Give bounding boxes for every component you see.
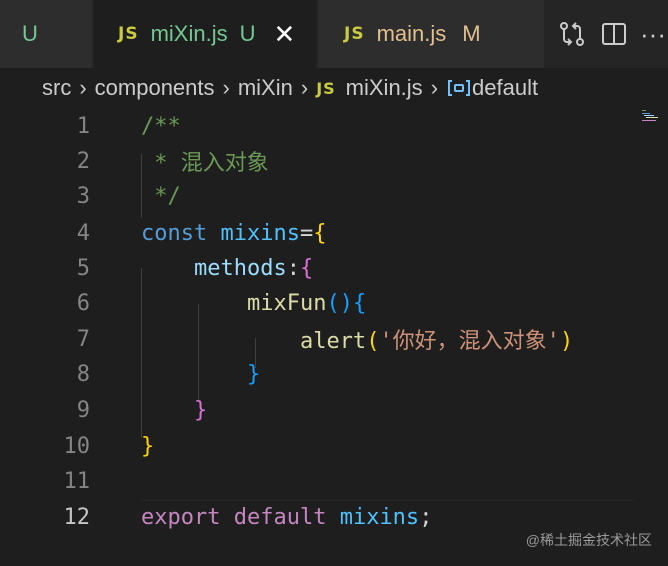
- tab-status-modified: M: [462, 21, 481, 46]
- code-line: 10 }: [0, 428, 668, 464]
- line-number: 11: [63, 468, 91, 494]
- code-text: * 混入对象: [141, 151, 269, 176]
- line-number: 6: [76, 290, 90, 316]
- code-text: mixFun(){: [141, 291, 366, 316]
- code-text: }: [141, 362, 260, 387]
- line-number: 3: [76, 183, 90, 209]
- property-token: methods: [193, 255, 287, 281]
- js-file-icon: JS: [316, 78, 336, 98]
- code-text: export default mixins;: [141, 505, 432, 530]
- watermark: @稀土掘金技术社区: [525, 532, 652, 548]
- tab-mixin-js[interactable]: JS miXin.js U ✕: [94, 0, 316, 68]
- keyword-token: default: [233, 504, 327, 530]
- code-text: /**: [141, 113, 181, 139]
- brace-token: {: [313, 220, 327, 246]
- code-line: 11: [0, 463, 668, 499]
- split-editor-icon[interactable]: [598, 18, 630, 50]
- function-token: alert: [299, 329, 367, 354]
- code-text: }: [141, 434, 154, 459]
- semicolon-token: ;: [419, 504, 433, 530]
- tab-label: main.js: [376, 21, 447, 46]
- tab-status-untracked: U: [22, 21, 38, 46]
- code-text: }: [141, 398, 207, 423]
- breadcrumb-default-symbol[interactable]: default: [472, 75, 538, 101]
- code-line: 7 alert('你好，混入对象'): [0, 321, 668, 357]
- minimap[interactable]: [642, 108, 662, 128]
- breadcrumb-mixin-file[interactable]: miXin.js: [346, 75, 423, 101]
- keyword-token: const: [141, 220, 208, 246]
- breadcrumb-src[interactable]: src: [42, 75, 71, 101]
- function-token: mixFun: [246, 290, 327, 316]
- code-text: methods:{: [141, 256, 313, 281]
- tab-previous[interactable]: U: [0, 0, 92, 68]
- js-file-icon: JS: [118, 24, 139, 44]
- line-number: 12: [63, 504, 91, 530]
- code-line: 8 }: [0, 356, 668, 392]
- paren-token: (: [366, 329, 380, 354]
- tab-main-js[interactable]: JS main.js M: [318, 0, 544, 68]
- chevron-right-icon: ›: [300, 75, 309, 100]
- line-number: 8: [76, 361, 90, 387]
- code-text: */: [141, 183, 181, 209]
- keyword-token: export: [141, 504, 221, 530]
- code-text: alert('你好，混入对象'): [141, 323, 573, 355]
- code-line: 9 }: [0, 392, 668, 428]
- line-number: 10: [63, 433, 91, 459]
- code-text: const mixins={: [141, 221, 326, 246]
- line-number: 5: [76, 255, 90, 281]
- brace-token: }: [246, 361, 261, 387]
- code-line: 6 mixFun(){: [0, 285, 668, 321]
- line-number: 4: [76, 220, 90, 246]
- compare-changes-icon[interactable]: [556, 18, 588, 50]
- code-line: 5 methods:{: [0, 250, 668, 286]
- breadcrumb-components[interactable]: components: [95, 75, 215, 101]
- colon-token: :: [286, 255, 300, 281]
- tab-label: miXin.js: [150, 21, 228, 46]
- js-file-icon: JS: [344, 24, 365, 44]
- variable-token: mixins: [339, 504, 420, 530]
- code-line: 4 const mixins={: [0, 215, 668, 251]
- code-line: 3 */: [0, 178, 668, 214]
- symbol-variable-icon: [446, 78, 472, 98]
- operator-token: =: [299, 220, 314, 246]
- brace-token: }: [193, 397, 208, 423]
- breadcrumb: src › components › miXin › JS miXin.js ›…: [0, 68, 668, 108]
- chevron-right-icon: ›: [222, 75, 230, 100]
- brace-token: }: [141, 433, 155, 459]
- chevron-right-icon: ›: [430, 75, 439, 100]
- line-number: 2: [76, 148, 90, 174]
- tab-bar: U JS miXin.js U ✕ JS main.js M ···: [0, 0, 668, 68]
- line-number: 7: [76, 326, 90, 352]
- code-editor[interactable]: 1 /** 2 * 混入对象 3 */ 4 const mixins={ 5 m…: [0, 108, 668, 566]
- brace-token: {: [299, 255, 314, 281]
- code-line: 2 * 混入对象: [0, 143, 668, 179]
- breadcrumb-mixin-folder[interactable]: miXin: [238, 75, 293, 101]
- line-number: 9: [76, 397, 90, 423]
- tab-status-untracked: U: [239, 21, 256, 46]
- editor-actions: ···: [546, 0, 666, 68]
- brace-token: {: [352, 290, 367, 316]
- line-number: 1: [76, 113, 90, 139]
- string-token: '你好，混入对象': [379, 329, 560, 354]
- chevron-right-icon: ›: [79, 75, 87, 100]
- more-actions-icon[interactable]: ···: [640, 19, 666, 50]
- paren-token: (): [326, 290, 353, 316]
- code-line: 1 /**: [0, 108, 668, 144]
- variable-token: mixins: [220, 220, 300, 246]
- paren-token: ): [559, 329, 574, 354]
- close-icon[interactable]: ✕: [273, 19, 295, 50]
